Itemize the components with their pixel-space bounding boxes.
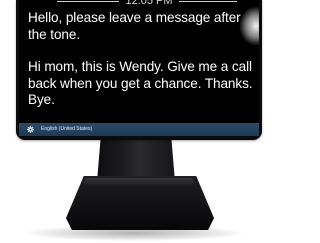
status-divider-right (179, 1, 237, 2)
device-screen: 12:05 PM Hello, please leave a message a… (19, 0, 259, 136)
gear-icon[interactable] (27, 126, 34, 133)
status-bar: 12:05 PM (19, 0, 259, 8)
caption-display-device: 12:05 PM Hello, please leave a message a… (16, 0, 262, 140)
caption-line-message: Hi mom, this is Wendy. Give me a call ba… (28, 59, 253, 107)
language-label: English (United States) (41, 126, 93, 132)
stand-highlight (84, 178, 194, 186)
language-bar[interactable]: English (United States) (19, 123, 259, 136)
caption-line-greeting: Hello, please leave a message after the … (28, 10, 241, 42)
status-divider-left (57, 1, 119, 2)
clock: 12:05 PM (125, 0, 173, 7)
caption-transcript: Hello, please leave a message after the … (28, 10, 258, 109)
